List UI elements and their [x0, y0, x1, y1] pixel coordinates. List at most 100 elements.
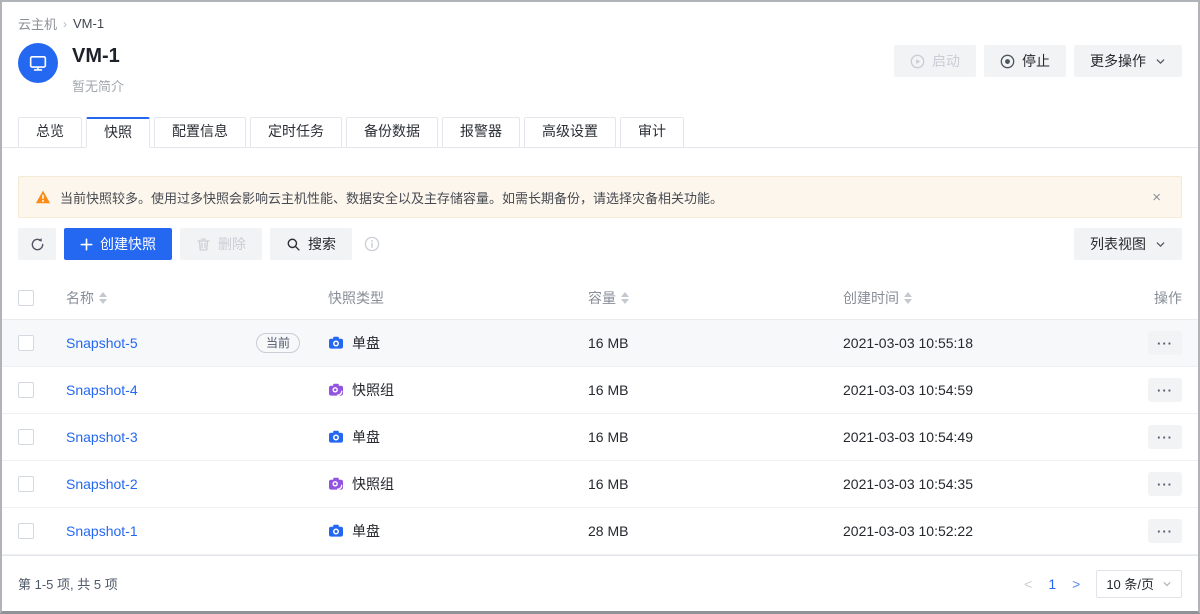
table-row: Snapshot-4 快照组 16 MB 2021-03-03 10:54:59… — [2, 367, 1198, 414]
page-header: VM-1 暂无简介 启动 停止 — [2, 33, 1198, 95]
snapshot-group-icon — [328, 476, 344, 492]
page-title: VM-1 — [72, 43, 124, 69]
snapshot-type-label: 快照组 — [352, 380, 394, 400]
warning-banner: 当前快照较多。使用过多快照会影响云主机性能、数据安全以及主存储容量。如需长期备份… — [18, 176, 1182, 218]
snapshot-type-label: 单盘 — [352, 333, 380, 353]
pagination: < 1 > 10 条/页 — [1024, 570, 1182, 598]
snapshot-type-label: 快照组 — [352, 474, 394, 494]
snapshot-name-link[interactable]: Snapshot-5 — [66, 335, 138, 351]
tab-scheduled-tasks[interactable]: 定时任务 — [250, 117, 342, 147]
breadcrumb-parent[interactable]: 云主机 — [18, 14, 57, 33]
warning-banner-text: 当前快照较多。使用过多快照会影响云主机性能、数据安全以及主存储容量。如需长期备份… — [60, 188, 723, 207]
trash-icon — [196, 237, 211, 252]
more-actions-button[interactable]: 更多操作 — [1074, 45, 1182, 77]
table-row: Snapshot-2 快照组 16 MB 2021-03-03 10:54:35… — [2, 461, 1198, 508]
play-circle-icon — [910, 54, 925, 69]
single-disk-snapshot-icon — [328, 523, 344, 539]
row-checkbox[interactable] — [18, 523, 34, 539]
column-header-capacity[interactable]: 容量 — [588, 288, 629, 308]
row-checkbox[interactable] — [18, 476, 34, 492]
table-footer: 第 1-5 项, 共 5 项 < 1 > 10 条/页 — [2, 555, 1198, 611]
stop-circle-icon — [1000, 54, 1015, 69]
sort-icon — [904, 292, 912, 304]
sort-icon — [99, 292, 107, 304]
vm-avatar — [18, 43, 58, 83]
snapshot-group-icon — [328, 382, 344, 398]
snapshot-name-link[interactable]: Snapshot-2 — [66, 476, 138, 492]
refresh-button[interactable] — [18, 228, 56, 260]
snapshot-type-label: 单盘 — [352, 521, 380, 541]
table-header-row: 名称 快照类型 容量 创建时间 操作 — [2, 276, 1198, 320]
tab-bar: 总览 快照 配置信息 定时任务 备份数据 报警器 高级设置 审计 — [2, 117, 1198, 148]
create-snapshot-label: 创建快照 — [100, 234, 156, 254]
row-actions-button[interactable]: ··· — [1148, 378, 1182, 402]
column-header-created[interactable]: 创建时间 — [843, 288, 912, 308]
table-row: Snapshot-1 单盘 28 MB 2021-03-03 10:52:22 … — [2, 508, 1198, 555]
snapshot-name-link[interactable]: Snapshot-3 — [66, 429, 138, 445]
tab-snapshot[interactable]: 快照 — [86, 117, 150, 148]
snapshot-capacity: 16 MB — [588, 429, 843, 445]
row-actions-button[interactable]: ··· — [1148, 425, 1182, 449]
page-size-value: 10 条/页 — [1106, 574, 1154, 593]
refresh-icon — [30, 237, 45, 252]
snapshot-name-link[interactable]: Snapshot-4 — [66, 382, 138, 398]
snapshot-name-link[interactable]: Snapshot-1 — [66, 523, 138, 539]
snapshot-created-time: 2021-03-03 10:54:49 — [843, 429, 1120, 445]
row-checkbox[interactable] — [18, 335, 34, 351]
column-header-name[interactable]: 名称 — [66, 288, 107, 308]
snapshot-capacity: 16 MB — [588, 382, 843, 398]
breadcrumb-current: VM-1 — [73, 16, 104, 31]
tab-audit[interactable]: 审计 — [620, 117, 684, 147]
single-disk-snapshot-icon — [328, 335, 344, 351]
tab-alarms[interactable]: 报警器 — [442, 117, 520, 147]
warning-triangle-icon — [35, 189, 51, 205]
page-size-select[interactable]: 10 条/页 — [1096, 570, 1182, 598]
header-actions: 启动 停止 更多操作 — [894, 45, 1182, 77]
snapshot-created-time: 2021-03-03 10:52:22 — [843, 523, 1120, 539]
view-mode-dropdown[interactable]: 列表视图 — [1074, 228, 1182, 260]
create-snapshot-button[interactable]: 创建快照 — [64, 228, 172, 260]
more-actions-label: 更多操作 — [1090, 51, 1146, 71]
start-button[interactable]: 启动 — [894, 45, 976, 77]
chevron-down-icon — [1155, 56, 1166, 67]
search-button-label: 搜索 — [308, 234, 336, 254]
page-number[interactable]: 1 — [1048, 576, 1056, 592]
stop-button[interactable]: 停止 — [984, 45, 1066, 77]
chevron-down-icon — [1162, 579, 1172, 589]
snapshot-capacity: 16 MB — [588, 476, 843, 492]
row-actions-button[interactable]: ··· — [1148, 519, 1182, 543]
row-checkbox[interactable] — [18, 429, 34, 445]
single-disk-snapshot-icon — [328, 429, 344, 445]
vm-detail-page: 云主机 › VM-1 VM-1 暂无简介 — [0, 0, 1200, 614]
tab-config-info[interactable]: 配置信息 — [154, 117, 246, 147]
delete-button[interactable]: 删除 — [180, 228, 262, 260]
tab-overview[interactable]: 总览 — [18, 117, 82, 147]
title-block: VM-1 暂无简介 — [72, 43, 124, 95]
select-all-checkbox[interactable] — [18, 290, 34, 306]
search-icon — [286, 237, 301, 252]
search-button[interactable]: 搜索 — [270, 228, 352, 260]
prev-page-button[interactable]: < — [1024, 576, 1032, 592]
snapshot-created-time: 2021-03-03 10:55:18 — [843, 335, 1120, 351]
delete-button-label: 删除 — [218, 234, 246, 254]
row-actions-button[interactable]: ··· — [1148, 331, 1182, 355]
column-header-actions: 操作 — [1154, 288, 1182, 308]
tab-advanced-settings[interactable]: 高级设置 — [524, 117, 616, 147]
table-row: Snapshot-3 单盘 16 MB 2021-03-03 10:54:49 … — [2, 414, 1198, 461]
start-button-label: 启动 — [932, 51, 960, 71]
table-row: Snapshot-5 当前 单盘 16 MB 2021-03-03 10:55:… — [2, 320, 1198, 367]
close-icon[interactable]: × — [1148, 188, 1165, 207]
row-actions-button[interactable]: ··· — [1148, 472, 1182, 496]
breadcrumb-separator-icon: › — [63, 17, 67, 31]
column-header-type: 快照类型 — [328, 288, 384, 308]
next-page-button[interactable]: > — [1072, 576, 1080, 592]
row-checkbox[interactable] — [18, 382, 34, 398]
snapshot-capacity: 16 MB — [588, 335, 843, 351]
chevron-down-icon — [1155, 239, 1166, 250]
info-icon[interactable] — [364, 236, 380, 252]
snapshot-type-label: 单盘 — [352, 427, 380, 447]
stop-button-label: 停止 — [1022, 51, 1050, 71]
breadcrumb: 云主机 › VM-1 — [2, 2, 1198, 33]
items-summary: 第 1-5 项, 共 5 项 — [18, 574, 118, 593]
tab-backup-data[interactable]: 备份数据 — [346, 117, 438, 147]
